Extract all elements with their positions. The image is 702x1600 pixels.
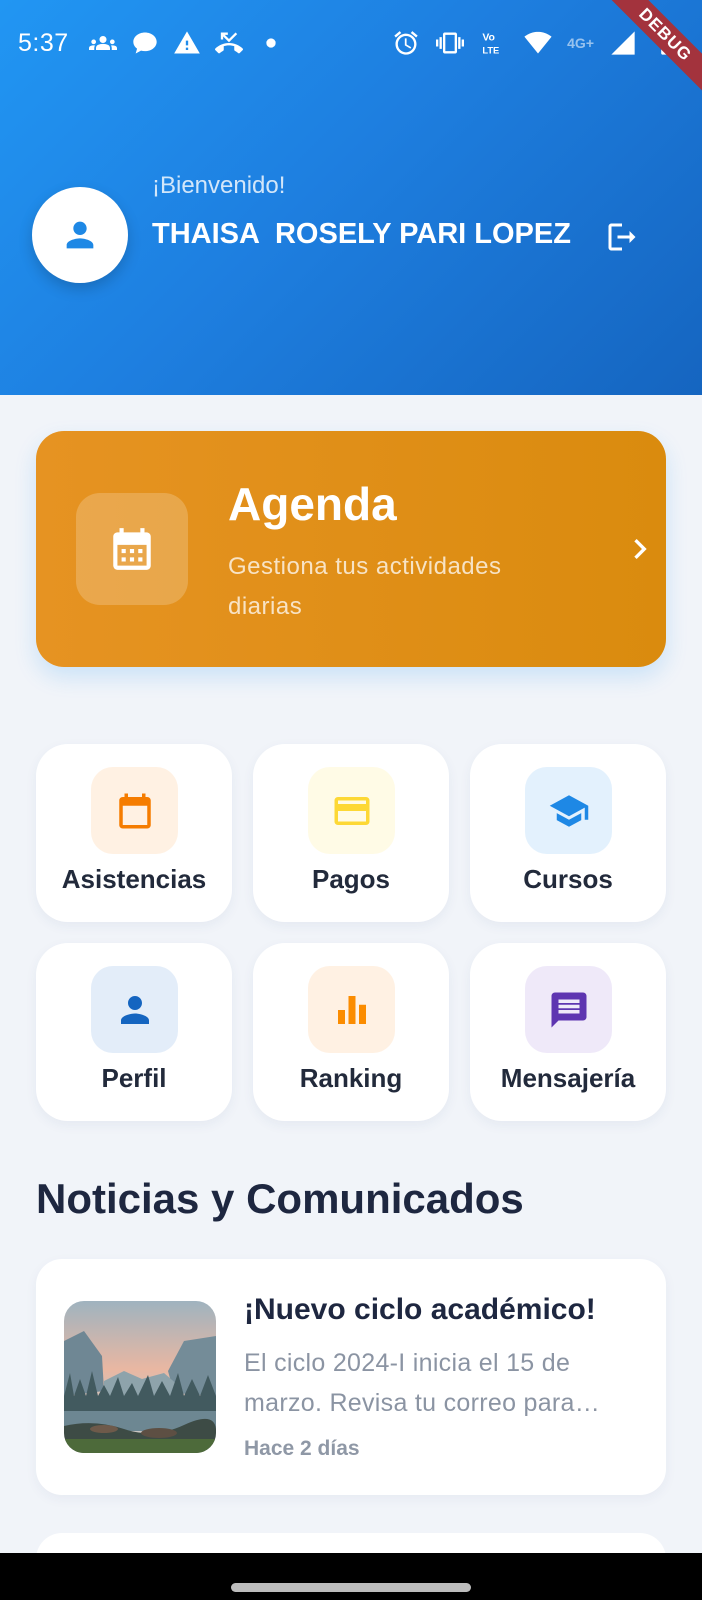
- menu-tile-label: Ranking: [299, 1063, 403, 1093]
- signal-icon: [608, 28, 638, 58]
- chevron-right-icon: [618, 527, 662, 571]
- agenda-card[interactable]: Agenda Gestiona tus actividades diarias: [36, 431, 666, 667]
- status-time: 5:37: [18, 29, 69, 57]
- welcome-text: ¡Bienvenido!: [152, 172, 286, 199]
- bar-chart-icon: [337, 995, 366, 1024]
- menu-tile-label: Cursos: [523, 864, 613, 894]
- alarm-icon: [391, 28, 421, 58]
- network-type-label: 4G+: [567, 35, 594, 51]
- menu-tile-cursos[interactable]: Cursos: [470, 744, 666, 922]
- news-body: El ciclo 2024-I inicia el 15 de marzo. R…: [244, 1349, 601, 1417]
- menu-tile-label: Asistencias: [61, 864, 207, 894]
- vibrate-icon: [435, 28, 465, 58]
- dot-icon: [256, 28, 286, 58]
- calendar-icon: [118, 793, 151, 828]
- avatar[interactable]: [32, 187, 128, 283]
- user-name: THAISA ROSELY PARI LOPEZ: [152, 218, 571, 250]
- menu-tile-label: Perfil: [101, 1063, 167, 1093]
- news-section-title: Noticias y Comunicados: [36, 1175, 524, 1222]
- volte-icon: Vo LTE: [479, 28, 509, 58]
- news-card[interactable]: ¡Nuevo ciclo académico! El ciclo 2024-I …: [36, 1259, 666, 1495]
- header-banner: 5:37 Vo LTE 4G+ DEBUG ¡Bienvenido! THAISA…: [0, 0, 702, 395]
- agenda-icon-container: [76, 493, 188, 605]
- menu-tile-perfil[interactable]: Perfil: [36, 943, 232, 1121]
- status-bar: 5:37 Vo LTE 4G+ DEBUG: [0, 0, 702, 98]
- menu-tile-label: Pagos: [311, 864, 391, 894]
- credit-card-icon: [334, 796, 369, 825]
- group-icon: [88, 28, 118, 58]
- message-icon: [551, 992, 586, 1027]
- warning-icon: [172, 28, 202, 58]
- agenda-subtitle: Gestiona tus actividades diarias: [228, 553, 502, 620]
- system-navigation-bar: [0, 1553, 702, 1600]
- news-title: ¡Nuevo ciclo académico!: [244, 1293, 596, 1326]
- call-missed-icon: [214, 28, 244, 58]
- calendar-icon: [113, 528, 151, 570]
- menu-tile-ranking[interactable]: Ranking: [253, 943, 449, 1121]
- news-time: Hace 2 días: [244, 1437, 360, 1460]
- logout-icon: [608, 223, 636, 251]
- menu-tile-pagos[interactable]: Pagos: [253, 744, 449, 922]
- menu-tile-label: Mensajería: [500, 1063, 636, 1093]
- home-indicator[interactable]: [231, 1583, 471, 1592]
- graduation-cap-icon: [549, 794, 588, 827]
- menu-tile-asistencias[interactable]: Asistencias: [36, 744, 232, 922]
- logout-button[interactable]: [602, 217, 642, 257]
- svg-text:Vo: Vo: [482, 32, 495, 44]
- person-icon: [120, 995, 149, 1024]
- wifi-icon: [523, 28, 553, 58]
- chat-bubble-icon: [130, 28, 160, 58]
- agenda-title: Agenda: [228, 478, 397, 530]
- person-icon: [66, 221, 94, 249]
- menu-tile-mensajeria[interactable]: Mensajería: [470, 943, 666, 1121]
- news-thumbnail: [64, 1301, 216, 1453]
- svg-text:LTE: LTE: [482, 46, 499, 56]
